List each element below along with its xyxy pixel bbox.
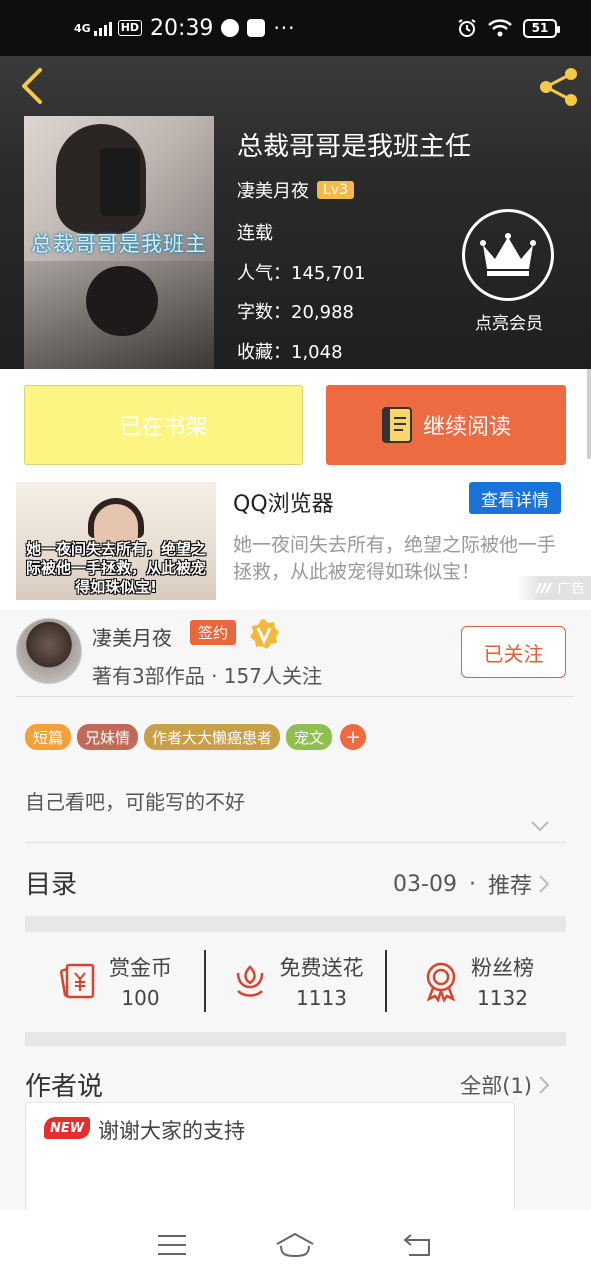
author-says-label: 作者说 bbox=[25, 1072, 104, 1102]
battery-icon: 51 bbox=[523, 18, 560, 38]
chevron-right-icon bbox=[539, 1076, 550, 1094]
author-message: 谢谢大家的支持 bbox=[98, 1119, 245, 1143]
new-badge: NEW bbox=[44, 1117, 90, 1139]
clock: 20:39 bbox=[150, 15, 214, 41]
toc-date: 03-09 bbox=[393, 871, 457, 897]
book-cover[interactable]: 总裁哥哥是我班主任 bbox=[24, 116, 214, 369]
menu-nav-button[interactable] bbox=[152, 1230, 192, 1260]
action-bar: 已在书架 继续阅读 bbox=[0, 369, 591, 482]
ad-description: 她一夜间失去所有，绝望之际被他一手拯救，从此被宠得如珠似宝！ bbox=[233, 534, 557, 583]
tag-item[interactable]: 作者大大懒癌患者 bbox=[144, 724, 281, 750]
toc-latest[interactable]: 03-09 · 推荐 bbox=[393, 868, 550, 900]
network-type: 4G bbox=[74, 21, 91, 35]
toc-recommend: 推荐 bbox=[487, 874, 532, 899]
fan-ranking-button[interactable]: 粉丝榜 1132 bbox=[387, 948, 566, 1014]
ad-title: QQ浏览器 bbox=[233, 492, 334, 517]
stat-value: 1113 bbox=[296, 986, 347, 1010]
chevron-right-icon bbox=[539, 875, 550, 893]
book-header: 总裁哥哥是我班主任 总裁哥哥是我班主任 凄美月夜 Lv3 连载 人气：145,7… bbox=[0, 56, 591, 369]
tag-item[interactable]: 兄妹情 bbox=[77, 724, 139, 750]
author-message-card[interactable]: NEW 谢谢大家的支持 bbox=[25, 1102, 515, 1212]
vip-label[interactable]: 点亮会员 bbox=[463, 309, 555, 334]
vip-button[interactable] bbox=[462, 209, 554, 301]
word-count-stat: 字数：20,988 bbox=[237, 302, 354, 323]
medal-icon bbox=[426, 962, 456, 1003]
reward-coins-button[interactable]: 赏金币 100 bbox=[25, 948, 204, 1014]
app-notification-icon bbox=[247, 19, 266, 37]
book-author-name[interactable]: 凄美月夜 bbox=[237, 177, 309, 203]
author-info: 著有3部作品 · 157人关注 bbox=[92, 664, 322, 688]
book-details: 凄美月夜 签约 著有3部作品 · 157人关注 已关注 短篇 兄妹情 作者大大懒… bbox=[0, 610, 591, 1212]
signed-badge: 签约 bbox=[190, 620, 237, 645]
continue-reading-label: 继续阅读 bbox=[422, 415, 511, 440]
share-icon[interactable] bbox=[536, 64, 582, 110]
back-nav-button[interactable] bbox=[399, 1230, 439, 1260]
book-intro: 自己看吧，可能写的不好 bbox=[25, 790, 245, 814]
signal-icon bbox=[93, 20, 112, 36]
battery-level: 51 bbox=[531, 21, 549, 35]
ad-tag: 广告 bbox=[517, 576, 591, 600]
home-nav-button[interactable] bbox=[275, 1230, 315, 1260]
on-shelf-button[interactable]: 已在书架 bbox=[24, 385, 303, 465]
author-says-all-link[interactable]: 全部(1) bbox=[460, 1070, 550, 1100]
crown-icon bbox=[480, 233, 536, 276]
home-icon bbox=[276, 1232, 314, 1258]
favorites-stat: 收藏：1,048 bbox=[237, 342, 343, 363]
ad-image[interactable]: 她一夜间失去所有，绝望之际被他一手拯救，从此被宠得如珠似宝! bbox=[16, 482, 216, 600]
divider bbox=[16, 696, 574, 697]
back-icon[interactable] bbox=[16, 66, 46, 106]
ad-image-caption: 她一夜间失去所有，绝望之际被他一手拯救，从此被宠得如珠似宝! bbox=[25, 540, 206, 596]
flower-icon bbox=[236, 965, 263, 997]
stat-label: 赏金币 bbox=[109, 956, 172, 980]
more-notifications-icon: ··· bbox=[273, 16, 296, 40]
ad-details-button[interactable]: 查看详情 bbox=[469, 482, 561, 514]
author-level-badge: Lv3 bbox=[317, 181, 354, 199]
add-tag-button[interactable]: + bbox=[340, 724, 367, 750]
wifi-icon bbox=[488, 19, 512, 37]
section-divider bbox=[25, 1032, 566, 1046]
system-nav-bar bbox=[0, 1210, 591, 1280]
stat-label: 免费送花 bbox=[279, 956, 364, 980]
scrollbar[interactable] bbox=[587, 369, 591, 459]
tag-item[interactable]: 宠文 bbox=[286, 724, 333, 750]
toc-label[interactable]: 目录 bbox=[25, 864, 77, 901]
book-icon bbox=[381, 407, 412, 443]
book-status: 连载 bbox=[237, 223, 273, 244]
expand-chevron-icon[interactable] bbox=[530, 820, 550, 832]
red-envelope-icon bbox=[59, 963, 95, 999]
stat-value: 1132 bbox=[477, 986, 528, 1010]
tag-list: 短篇 兄妹情 作者大大懒癌患者 宠文 + bbox=[25, 724, 367, 750]
popularity-stat: 人气：145,701 bbox=[237, 263, 366, 284]
toc-separator: · bbox=[468, 871, 476, 897]
compass-icon bbox=[221, 19, 240, 37]
section-divider bbox=[25, 916, 566, 932]
menu-icon bbox=[157, 1235, 186, 1255]
author-name[interactable]: 凄美月夜 bbox=[92, 622, 172, 651]
ad-logo-icon bbox=[535, 582, 552, 594]
verified-v-icon bbox=[250, 619, 279, 649]
ad-banner[interactable]: 她一夜间失去所有，绝望之际被他一手拯救，从此被宠得如珠似宝! QQ浏览器 查看详… bbox=[0, 482, 591, 610]
divider bbox=[25, 842, 566, 843]
alarm-icon bbox=[458, 19, 476, 37]
back-nav-icon bbox=[403, 1234, 431, 1256]
stats-row: 赏金币 100 免费送花 1113 粉丝榜 1132 bbox=[25, 948, 566, 1014]
tag-item[interactable]: 短篇 bbox=[25, 724, 72, 750]
stat-value: 100 bbox=[121, 986, 160, 1010]
follow-button[interactable]: 已关注 bbox=[461, 626, 566, 678]
author-avatar[interactable] bbox=[16, 618, 82, 684]
book-author-line: 凄美月夜 Lv3 bbox=[237, 177, 354, 203]
stat-label: 粉丝榜 bbox=[471, 956, 534, 980]
send-flower-button[interactable]: 免费送花 1113 bbox=[206, 948, 385, 1014]
continue-reading-button[interactable]: 继续阅读 bbox=[326, 385, 566, 465]
book-title: 总裁哥哥是我班主任 bbox=[237, 132, 472, 162]
hd-icon: HD bbox=[117, 20, 143, 36]
status-bar: 4G HD 20:39 ··· 51 bbox=[0, 0, 591, 56]
